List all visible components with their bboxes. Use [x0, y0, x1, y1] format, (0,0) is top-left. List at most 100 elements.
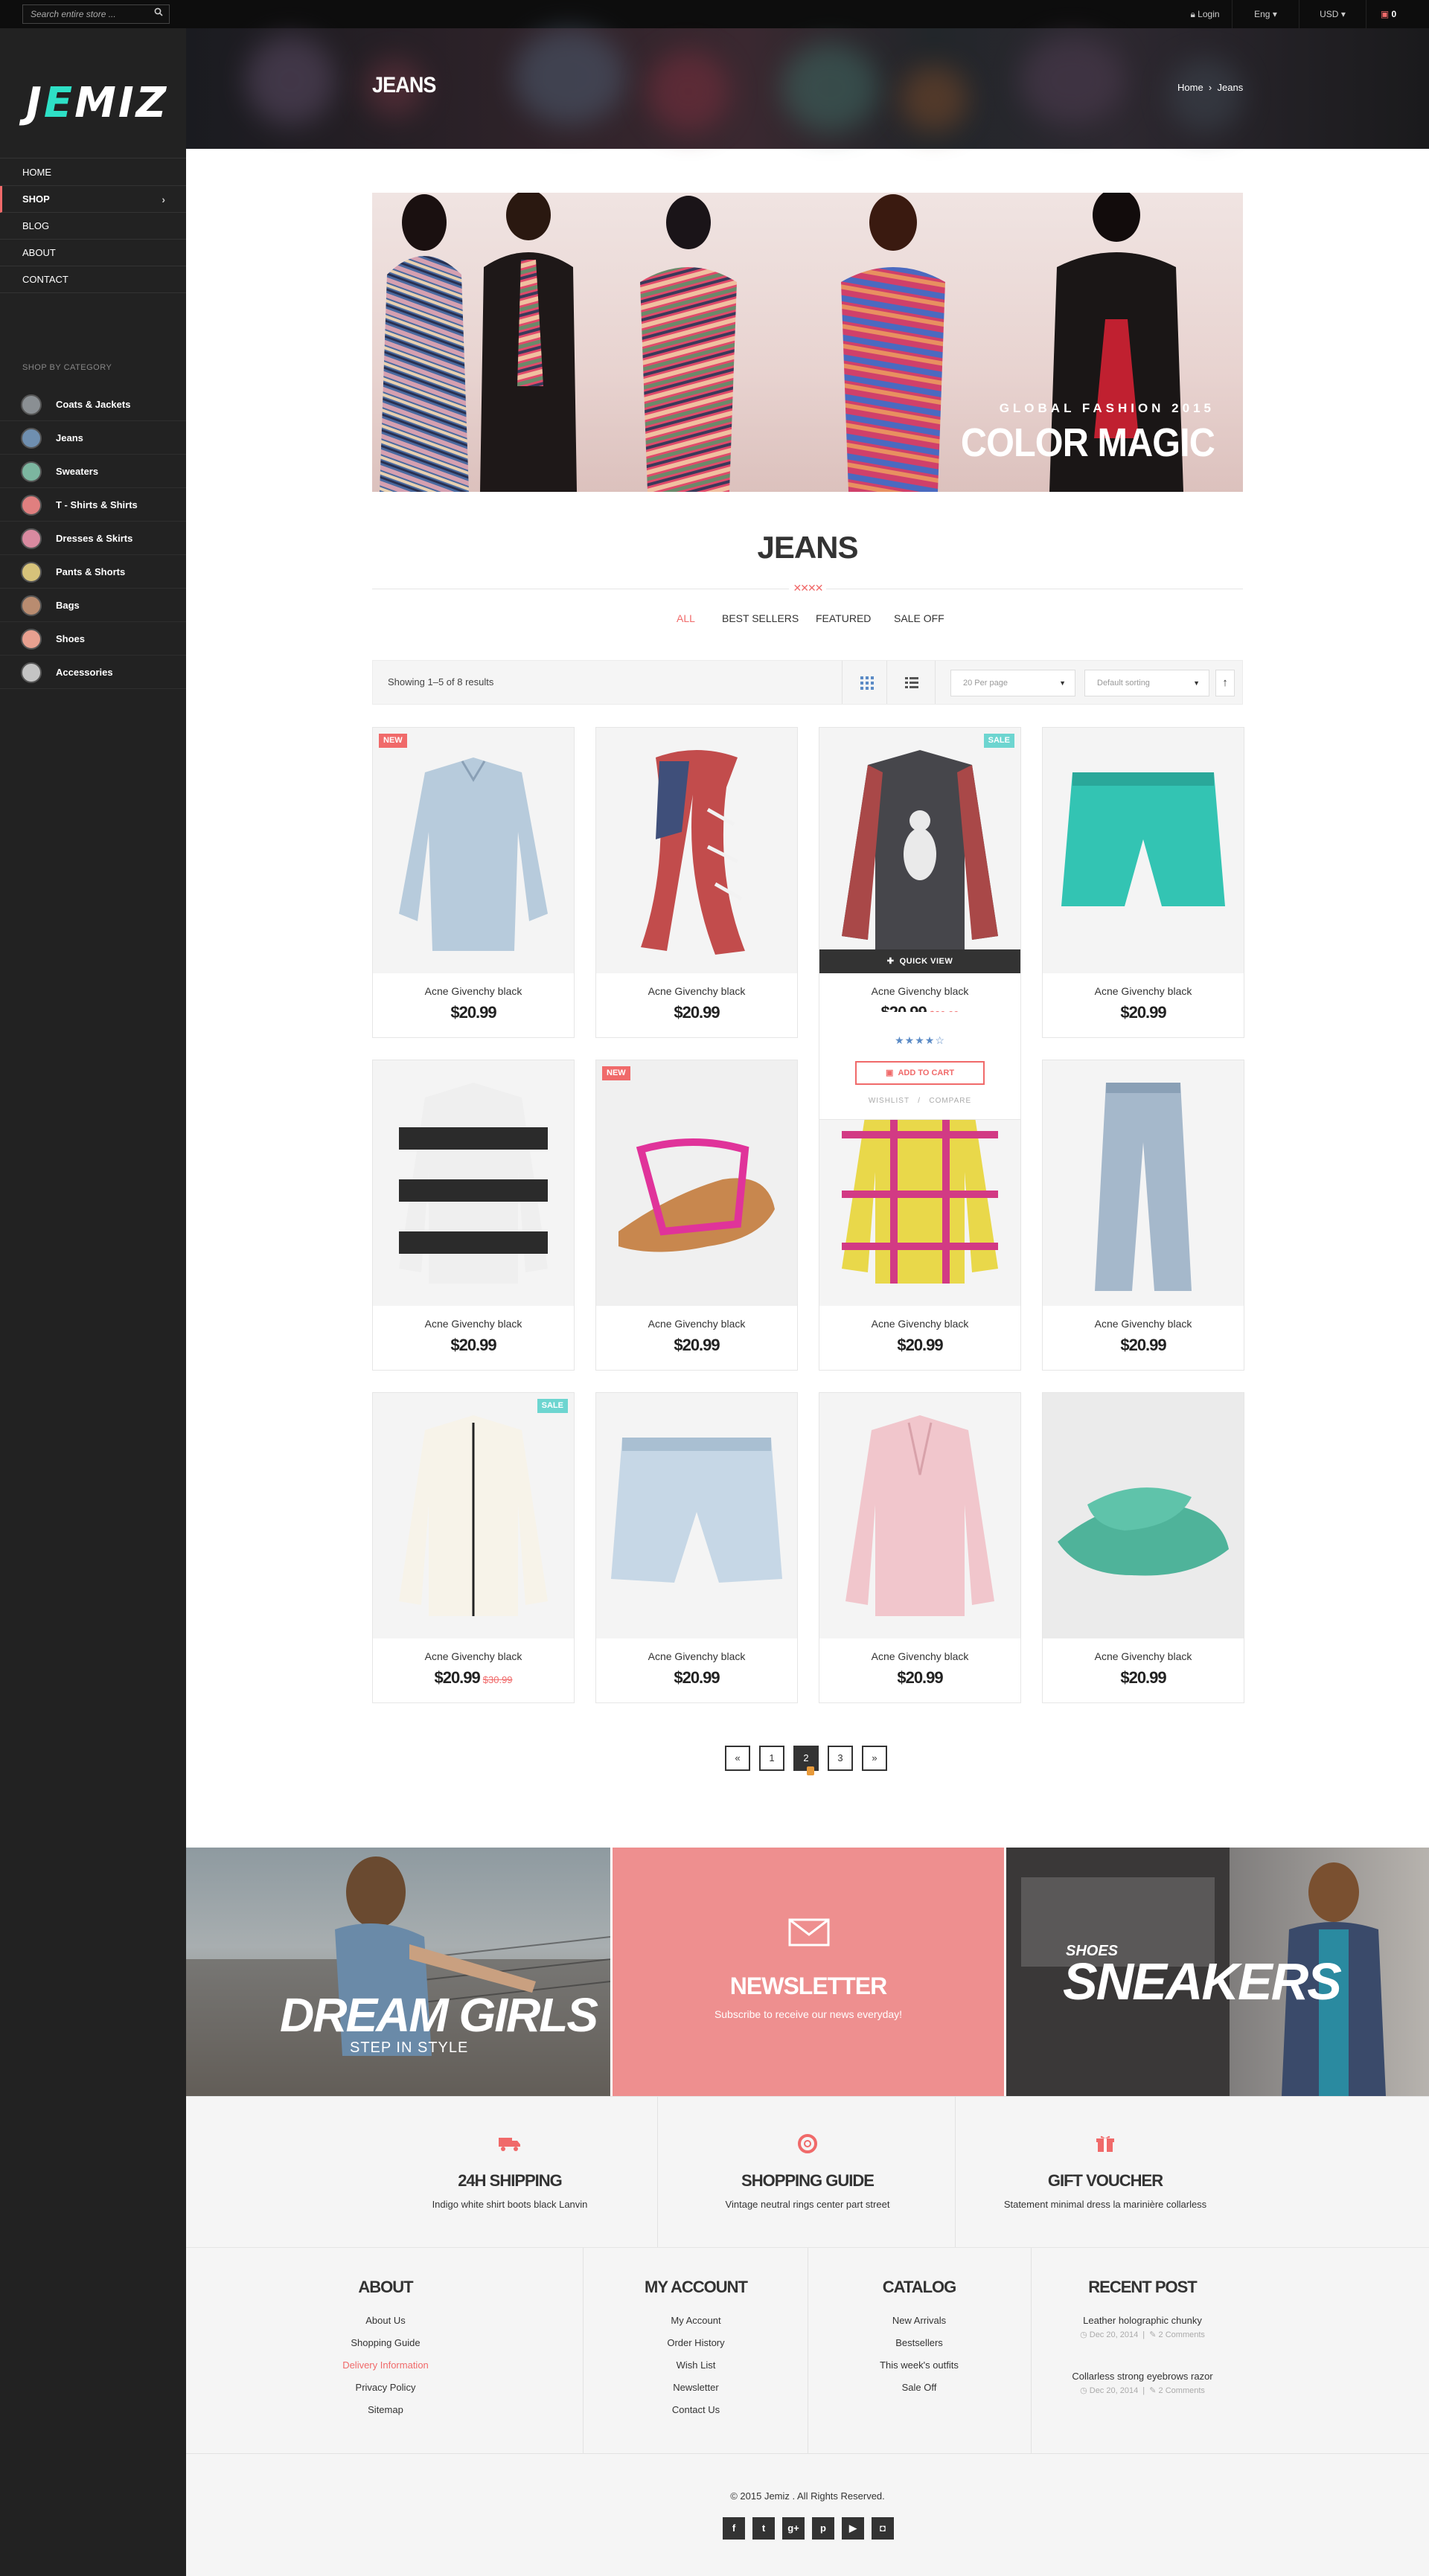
category-item[interactable]: Dresses & Skirts [0, 522, 186, 555]
product-name[interactable]: Acne Givenchy black [819, 1650, 1020, 1662]
product-name[interactable]: Acne Givenchy black [373, 1318, 574, 1330]
breadcrumb-home[interactable]: Home [1177, 82, 1203, 93]
language-select[interactable]: Eng ▾ [1232, 0, 1299, 28]
product-image[interactable]: NEW [596, 1060, 797, 1306]
footer-link[interactable]: Sale Off [808, 2382, 1031, 2393]
cart-button[interactable]: ▣ 0 [1366, 0, 1410, 28]
category-item[interactable]: Accessories [0, 656, 186, 689]
product-image[interactable]: SALE ✚ QUICK VIEW [819, 728, 1020, 973]
pagination-page[interactable]: 3 [828, 1746, 853, 1771]
category-item[interactable]: Coats & Jackets [0, 388, 186, 421]
quick-view-button[interactable]: ✚ QUICK VIEW [819, 949, 1020, 973]
footer-link[interactable]: Wish List [584, 2359, 808, 2371]
login-link[interactable]: 🔒︎ Login [1178, 0, 1232, 28]
product-image[interactable]: SALE [373, 1393, 574, 1638]
product-card[interactable]: Acne Givenchy black $20.99 [595, 1392, 798, 1703]
product-image[interactable]: NEW [373, 728, 574, 973]
per-page-select[interactable]: 20 Per page ▼ [950, 670, 1075, 696]
footer-link[interactable]: Order History [584, 2337, 808, 2348]
footer-link[interactable]: Sitemap [298, 2404, 473, 2415]
footer-link[interactable]: Contact Us [584, 2404, 808, 2415]
instagram-icon[interactable]: ◘ [872, 2517, 894, 2540]
product-card[interactable]: SALE✚ QUICK VIEWAcne Givenchy black$20.9… [819, 727, 1021, 1038]
footer-link[interactable]: My Account [584, 2315, 808, 2326]
search-input[interactable]: Search entire store ... [22, 4, 170, 24]
promo-sneakers[interactable]: SHOES SNEAKERS [1006, 1848, 1429, 2096]
nav-contact[interactable]: CONTACT [0, 266, 186, 293]
filter-best-sellers[interactable]: BEST SELLERS [722, 612, 799, 624]
pagination-page[interactable]: 2 [793, 1746, 819, 1771]
product-image[interactable] [1043, 1393, 1244, 1638]
product-name[interactable]: Acne Givenchy black [596, 1318, 797, 1330]
wishlist-link[interactable]: WISHLIST [869, 1097, 909, 1105]
product-image[interactable] [1043, 1060, 1244, 1306]
list-view-icon[interactable] [905, 676, 918, 690]
pinterest-icon[interactable]: p [812, 2517, 834, 2540]
product-name[interactable]: Acne Givenchy black [1043, 1650, 1244, 1662]
footer-link[interactable]: This week's outfits [808, 2359, 1031, 2371]
product-name[interactable]: Acne Givenchy black [819, 985, 1020, 997]
product-card[interactable]: Acne Givenchy black $20.99 [819, 1392, 1021, 1703]
facebook-icon[interactable]: f [723, 2517, 745, 2540]
product-card[interactable]: Acne Givenchy black $20.99 [372, 1060, 575, 1371]
product-image[interactable] [596, 728, 797, 973]
footer-link[interactable]: New Arrivals [808, 2315, 1031, 2326]
product-name[interactable]: Acne Givenchy black [819, 1318, 1020, 1330]
product-name[interactable]: Acne Givenchy black [1043, 985, 1244, 997]
product-card[interactable]: Acne Givenchy black $20.99 [595, 727, 798, 1038]
sort-direction-icon[interactable]: ↑ [1215, 670, 1235, 696]
product-card[interactable]: Acne Givenchy black $20.99 [1042, 1060, 1244, 1371]
footer-link[interactable]: Bestsellers [808, 2337, 1031, 2348]
pagination-next[interactable]: » [862, 1746, 887, 1771]
category-item[interactable]: Sweaters [0, 455, 186, 488]
post-comments[interactable]: 2 Comments [1159, 2386, 1205, 2395]
category-item[interactable]: T - Shirts & Shirts [0, 488, 186, 522]
nav-about[interactable]: ABOUT [0, 240, 186, 266]
grid-view-icon[interactable] [860, 676, 874, 690]
filter-sale-off[interactable]: SALE OFF [894, 612, 944, 624]
sorting-select[interactable]: Default sorting ▼ [1084, 670, 1209, 696]
product-name[interactable]: Acne Givenchy black [596, 1650, 797, 1662]
google-plus-icon[interactable]: g+ [782, 2517, 805, 2540]
product-name[interactable]: Acne Givenchy black [596, 985, 797, 997]
pagination-page[interactable]: 1 [759, 1746, 784, 1771]
footer-link[interactable]: Newsletter [584, 2382, 808, 2393]
nav-blog[interactable]: BLOG [0, 213, 186, 240]
product-image[interactable] [819, 1393, 1020, 1638]
product-name[interactable]: Acne Givenchy black [373, 985, 574, 997]
product-image[interactable] [1043, 728, 1244, 973]
footer-link[interactable]: Privacy Policy [298, 2382, 473, 2393]
filter-all[interactable]: ALL [677, 612, 695, 624]
product-card[interactable]: Acne Givenchy black $20.99 [1042, 1392, 1244, 1703]
product-name[interactable]: Acne Givenchy black [373, 1650, 574, 1662]
product-card[interactable]: Acne Givenchy black $20.99 [1042, 727, 1244, 1038]
product-image[interactable] [596, 1393, 797, 1638]
category-item[interactable]: Shoes [0, 622, 186, 656]
nav-home[interactable]: HOME [0, 159, 186, 186]
product-card[interactable]: NEW Acne Givenchy black $20.99 [372, 727, 575, 1038]
product-image[interactable] [373, 1060, 574, 1306]
product-card[interactable]: NEW Acne Givenchy black $20.99 [595, 1060, 798, 1371]
footer-link[interactable]: About Us [298, 2315, 473, 2326]
compare-link[interactable]: COMPARE [929, 1097, 971, 1105]
category-item[interactable]: Jeans [0, 421, 186, 455]
add-to-cart-button[interactable]: ▣ ADD TO CART [855, 1061, 985, 1085]
product-name[interactable]: Acne Givenchy black [1043, 1318, 1244, 1330]
nav-shop[interactable]: SHOP › [0, 186, 186, 213]
filter-featured[interactable]: FEATURED [816, 612, 871, 624]
promo-dream-girls[interactable]: DREAM GIRLS STEP IN STYLE [186, 1848, 610, 2096]
hero-banner[interactable]: GLOBAL FASHION 2015 COLOR MAGIC [372, 193, 1243, 492]
pagination-prev[interactable]: « [725, 1746, 750, 1771]
post-title[interactable]: Collarless strong eyebrows razor [1031, 2371, 1254, 2382]
footer-link[interactable]: Shopping Guide [298, 2337, 473, 2348]
youtube-icon[interactable]: ▶ [842, 2517, 864, 2540]
promo-newsletter[interactable]: NEWSLETTER Subscribe to receive our news… [613, 1848, 1004, 2096]
currency-select[interactable]: USD ▾ [1299, 0, 1366, 28]
logo[interactable]: JEMIZ [26, 79, 168, 127]
search-icon[interactable] [154, 7, 163, 16]
post-comments[interactable]: 2 Comments [1159, 2330, 1205, 2339]
product-card[interactable]: SALE Acne Givenchy black $20.99 $30.99 [372, 1392, 575, 1703]
category-item[interactable]: Bags [0, 589, 186, 622]
footer-link[interactable]: Delivery Information [298, 2359, 473, 2371]
post-title[interactable]: Leather holographic chunky [1031, 2315, 1254, 2326]
